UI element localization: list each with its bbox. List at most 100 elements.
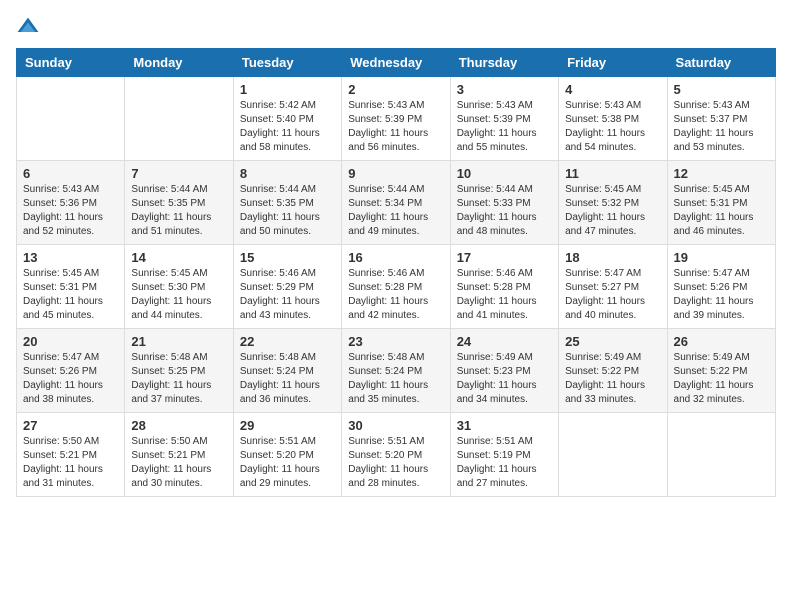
day-number: 18: [565, 250, 660, 265]
cell-info: Sunrise: 5:48 AMSunset: 5:25 PMDaylight:…: [131, 351, 226, 407]
calendar-cell: 5 Sunrise: 5:43 AMSunset: 5:37 PMDaylight…: [667, 77, 775, 161]
day-number: 14: [131, 250, 226, 265]
calendar-cell: [559, 413, 667, 497]
calendar-cell: 23 Sunrise: 5:48 AMSunset: 5:24 PMDayligh…: [342, 329, 450, 413]
page-header: [16, 16, 776, 36]
cell-info: Sunrise: 5:51 AMSunset: 5:20 PMDaylight:…: [240, 435, 335, 491]
calendar-table: SundayMondayTuesdayWednesdayThursdayFrid…: [16, 48, 776, 497]
calendar-week-row: 27Sunrise: 5:50 AMSunset: 5:21 PMDayligh…: [17, 413, 776, 497]
day-number: 5: [674, 82, 769, 97]
cell-info: Sunrise: 5:46 AMSunset: 5:28 PMDaylight:…: [457, 267, 552, 323]
calendar-header-friday: Friday: [559, 49, 667, 77]
cell-info: Sunrise: 5:49 AMSunset: 5:22 PMDaylight:…: [674, 351, 769, 407]
cell-info: Sunrise: 5:44 AMSunset: 5:35 PMDaylight:…: [240, 183, 335, 239]
cell-info: Sunrise: 5:51 AMSunset: 5:19 PMDaylight:…: [457, 435, 552, 491]
logo: [16, 16, 44, 36]
calendar-cell: 26 Sunrise: 5:49 AMSunset: 5:22 PMDayligh…: [667, 329, 775, 413]
calendar-header-saturday: Saturday: [667, 49, 775, 77]
calendar-week-row: 13 Sunrise: 5:45 AMSunset: 5:31 PMDayligh…: [17, 245, 776, 329]
day-number: 2: [348, 82, 443, 97]
calendar-cell: 13 Sunrise: 5:45 AMSunset: 5:31 PMDayligh…: [17, 245, 125, 329]
cell-info: Sunrise: 5:51 AMSunset: 5:20 PMDaylight:…: [348, 435, 443, 491]
calendar-header-row: SundayMondayTuesdayWednesdayThursdayFrid…: [17, 49, 776, 77]
calendar-cell: 12Sunrise: 5:45 AMSunset: 5:31 PMDayligh…: [667, 161, 775, 245]
cell-info: Sunrise: 5:44 AMSunset: 5:34 PMDaylight:…: [348, 183, 443, 239]
calendar-cell: 7 Sunrise: 5:44 AMSunset: 5:35 PMDaylight…: [125, 161, 233, 245]
day-number: 20: [23, 334, 118, 349]
day-number: 24: [457, 334, 552, 349]
calendar-cell: 6 Sunrise: 5:43 AMSunset: 5:36 PMDaylight…: [17, 161, 125, 245]
day-number: 25: [565, 334, 660, 349]
cell-info: Sunrise: 5:50 AMSunset: 5:21 PMDaylight:…: [23, 435, 118, 491]
day-number: 28: [131, 418, 226, 433]
calendar-cell: 21 Sunrise: 5:48 AMSunset: 5:25 PMDayligh…: [125, 329, 233, 413]
calendar-header-wednesday: Wednesday: [342, 49, 450, 77]
day-number: 21: [131, 334, 226, 349]
cell-info: Sunrise: 5:43 AMSunset: 5:39 PMDaylight:…: [348, 99, 443, 155]
calendar-week-row: 20Sunrise: 5:47 AMSunset: 5:26 PMDayligh…: [17, 329, 776, 413]
cell-info: Sunrise: 5:44 AMSunset: 5:35 PMDaylight:…: [131, 183, 226, 239]
cell-info: Sunrise: 5:45 AMSunset: 5:31 PMDaylight:…: [23, 267, 118, 323]
cell-info: Sunrise: 5:45 AMSunset: 5:31 PMDaylight:…: [674, 183, 769, 239]
day-number: 7: [131, 166, 226, 181]
calendar-cell: 3 Sunrise: 5:43 AMSunset: 5:39 PMDaylight…: [450, 77, 558, 161]
cell-info: Sunrise: 5:50 AMSunset: 5:21 PMDaylight:…: [131, 435, 226, 491]
calendar-cell: 19 Sunrise: 5:47 AMSunset: 5:26 PMDayligh…: [667, 245, 775, 329]
day-number: 22: [240, 334, 335, 349]
cell-info: Sunrise: 5:43 AMSunset: 5:38 PMDaylight:…: [565, 99, 660, 155]
cell-info: Sunrise: 5:44 AMSunset: 5:33 PMDaylight:…: [457, 183, 552, 239]
day-number: 30: [348, 418, 443, 433]
cell-info: Sunrise: 5:46 AMSunset: 5:28 PMDaylight:…: [348, 267, 443, 323]
calendar-cell: 25 Sunrise: 5:49 AMSunset: 5:22 PMDayligh…: [559, 329, 667, 413]
cell-info: Sunrise: 5:43 AMSunset: 5:39 PMDaylight:…: [457, 99, 552, 155]
cell-info: Sunrise: 5:48 AMSunset: 5:24 PMDaylight:…: [348, 351, 443, 407]
calendar-cell: 28 Sunrise: 5:50 AMSunset: 5:21 PMDayligh…: [125, 413, 233, 497]
day-number: 9: [348, 166, 443, 181]
calendar-cell: 11 Sunrise: 5:45 AMSunset: 5:32 PMDayligh…: [559, 161, 667, 245]
day-number: 31: [457, 418, 552, 433]
calendar-header-thursday: Thursday: [450, 49, 558, 77]
cell-info: Sunrise: 5:49 AMSunset: 5:22 PMDaylight:…: [565, 351, 660, 407]
day-number: 19: [674, 250, 769, 265]
cell-info: Sunrise: 5:45 AMSunset: 5:30 PMDaylight:…: [131, 267, 226, 323]
calendar-week-row: 6 Sunrise: 5:43 AMSunset: 5:36 PMDaylight…: [17, 161, 776, 245]
day-number: 10: [457, 166, 552, 181]
cell-info: Sunrise: 5:47 AMSunset: 5:26 PMDaylight:…: [674, 267, 769, 323]
cell-info: Sunrise: 5:48 AMSunset: 5:24 PMDaylight:…: [240, 351, 335, 407]
cell-info: Sunrise: 5:43 AMSunset: 5:37 PMDaylight:…: [674, 99, 769, 155]
day-number: 15: [240, 250, 335, 265]
calendar-cell: 10 Sunrise: 5:44 AMSunset: 5:33 PMDayligh…: [450, 161, 558, 245]
calendar-cell: 27Sunrise: 5:50 AMSunset: 5:21 PMDayligh…: [17, 413, 125, 497]
calendar-cell: 9 Sunrise: 5:44 AMSunset: 5:34 PMDaylight…: [342, 161, 450, 245]
cell-info: Sunrise: 5:45 AMSunset: 5:32 PMDaylight:…: [565, 183, 660, 239]
calendar-cell: [17, 77, 125, 161]
calendar-cell: [125, 77, 233, 161]
day-number: 23: [348, 334, 443, 349]
cell-info: Sunrise: 5:43 AMSunset: 5:36 PMDaylight:…: [23, 183, 118, 239]
day-number: 6: [23, 166, 118, 181]
logo-icon: [16, 16, 40, 36]
day-number: 26: [674, 334, 769, 349]
calendar-cell: 17Sunrise: 5:46 AMSunset: 5:28 PMDayligh…: [450, 245, 558, 329]
day-number: 4: [565, 82, 660, 97]
calendar-header-sunday: Sunday: [17, 49, 125, 77]
calendar-week-row: 1 Sunrise: 5:42 AMSunset: 5:40 PMDaylight…: [17, 77, 776, 161]
day-number: 1: [240, 82, 335, 97]
calendar-cell: 24 Sunrise: 5:49 AMSunset: 5:23 PMDayligh…: [450, 329, 558, 413]
calendar-cell: 22 Sunrise: 5:48 AMSunset: 5:24 PMDayligh…: [233, 329, 341, 413]
day-number: 11: [565, 166, 660, 181]
day-number: 16: [348, 250, 443, 265]
day-number: 29: [240, 418, 335, 433]
calendar-cell: 29 Sunrise: 5:51 AMSunset: 5:20 PMDayligh…: [233, 413, 341, 497]
day-number: 3: [457, 82, 552, 97]
calendar-cell: 31 Sunrise: 5:51 AMSunset: 5:19 PMDayligh…: [450, 413, 558, 497]
calendar-cell: 1 Sunrise: 5:42 AMSunset: 5:40 PMDaylight…: [233, 77, 341, 161]
calendar-cell: 2 Sunrise: 5:43 AMSunset: 5:39 PMDaylight…: [342, 77, 450, 161]
cell-info: Sunrise: 5:47 AMSunset: 5:27 PMDaylight:…: [565, 267, 660, 323]
calendar-cell: 18 Sunrise: 5:47 AMSunset: 5:27 PMDayligh…: [559, 245, 667, 329]
cell-info: Sunrise: 5:42 AMSunset: 5:40 PMDaylight:…: [240, 99, 335, 155]
day-number: 13: [23, 250, 118, 265]
calendar-cell: 14 Sunrise: 5:45 AMSunset: 5:30 PMDayligh…: [125, 245, 233, 329]
cell-info: Sunrise: 5:49 AMSunset: 5:23 PMDaylight:…: [457, 351, 552, 407]
calendar-cell: 4 Sunrise: 5:43 AMSunset: 5:38 PMDaylight…: [559, 77, 667, 161]
